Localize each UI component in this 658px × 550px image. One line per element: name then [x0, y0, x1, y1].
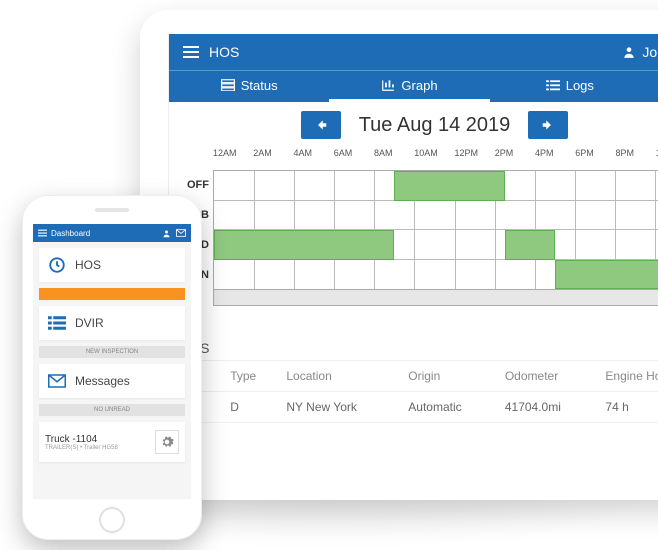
- phone-title: Dashboard: [51, 229, 90, 238]
- logs-table: Date Type Location Origin Odometer Engin…: [169, 361, 658, 423]
- date-selector: Tue Aug 14 2019: [169, 102, 658, 148]
- phone-screen: Dashboard HOS DVIR NEW INSPECTION: [33, 224, 191, 499]
- col-odometer: Odometer: [499, 361, 600, 392]
- menu-icon[interactable]: [183, 46, 199, 58]
- user-name-chip[interactable]: John S: [622, 44, 658, 60]
- new-inspection-label: NEW INSPECTION: [39, 346, 185, 358]
- table-row[interactable]: 0:00 D NY New York Automatic 41704.0mi 7…: [169, 392, 658, 423]
- tablet-header: HOS John S: [169, 34, 658, 70]
- graph-hour-labels: 12AM 2AM 4AM 6AM 8AM 10AM 12PM 2PM 4PM 6…: [183, 148, 658, 170]
- vehicle-subtitle: TRAILER(S) • Trailer HG58: [45, 445, 155, 451]
- menu-icon[interactable]: [38, 229, 47, 237]
- graph-segment[interactable]: [214, 230, 394, 260]
- clock-icon: [47, 256, 67, 274]
- gear-icon: [160, 435, 174, 449]
- menu-item-hos[interactable]: HOS: [39, 248, 185, 282]
- tab-settings[interactable]: C: [650, 71, 658, 102]
- logs-heading: LOGS: [169, 336, 658, 361]
- menu-item-messages[interactable]: Messages: [39, 364, 185, 398]
- home-button[interactable]: [99, 507, 125, 533]
- graph-grid[interactable]: [213, 170, 658, 290]
- graph-footer-strip: [213, 290, 658, 306]
- col-type: Type: [224, 361, 280, 392]
- vehicle-settings-button[interactable]: [155, 430, 179, 454]
- no-unread-label: NO UNREAD: [39, 404, 185, 416]
- graph-segment[interactable]: [555, 260, 658, 290]
- tab-status[interactable]: Status: [169, 71, 329, 102]
- prev-day-button[interactable]: [301, 111, 341, 139]
- graph-segment[interactable]: [394, 171, 504, 201]
- envelope-icon: [47, 374, 67, 388]
- menu-item-dvir[interactable]: DVIR: [39, 306, 185, 340]
- graph-segment[interactable]: [505, 230, 555, 260]
- user-icon: [622, 45, 636, 59]
- vehicle-name: Truck -1104: [45, 434, 155, 445]
- mail-icon[interactable]: [176, 229, 186, 237]
- app-title: HOS: [209, 44, 239, 60]
- hos-graph: 12AM 2AM 4AM 6AM 8AM 10AM 12PM 2PM 4PM 6…: [169, 148, 658, 306]
- user-icon[interactable]: [162, 229, 171, 238]
- logs-section: LOGS Date Type Location Origin Odometer …: [169, 336, 658, 423]
- tab-logs[interactable]: Logs: [490, 71, 650, 102]
- tablet-tabs: Status Graph Logs C: [169, 70, 658, 102]
- phone-device: Dashboard HOS DVIR NEW INSPECTION: [22, 195, 202, 540]
- tab-graph[interactable]: Graph: [329, 71, 489, 102]
- alert-banner[interactable]: [39, 288, 185, 300]
- tablet-screen: HOS John S Status Graph Logs: [168, 34, 658, 476]
- current-date: Tue Aug 14 2019: [359, 114, 511, 137]
- col-origin: Origin: [402, 361, 499, 392]
- vehicle-card[interactable]: Truck -1104 TRAILER(S) • Trailer HG58: [39, 422, 185, 462]
- tablet-device: HOS John S Status Graph Logs: [140, 10, 658, 500]
- col-engine: Engine Ho: [599, 361, 658, 392]
- next-day-button[interactable]: [528, 111, 568, 139]
- phone-header: Dashboard: [33, 224, 191, 242]
- list-icon: [47, 316, 67, 330]
- col-location: Location: [280, 361, 402, 392]
